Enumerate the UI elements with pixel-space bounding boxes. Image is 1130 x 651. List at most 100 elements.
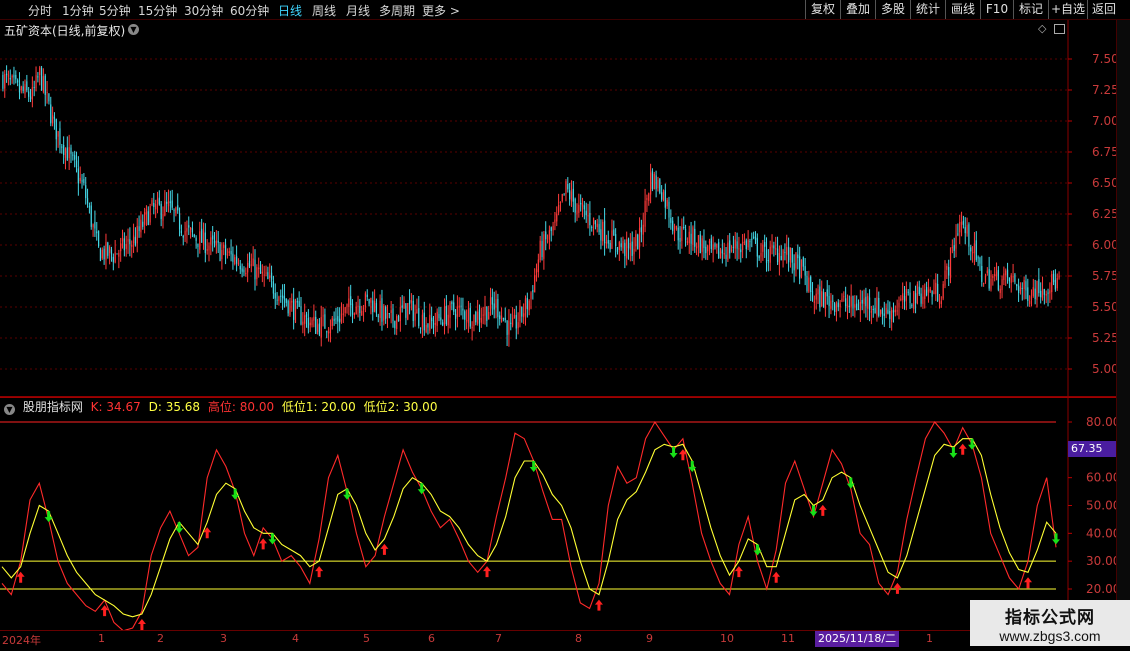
candle-body [559,202,562,204]
multi-stock-button[interactable]: 多股 [875,0,910,19]
candle-body [675,225,677,230]
tab-multi-period[interactable]: 多周期 [379,2,415,19]
candle-body [990,278,992,290]
candle-body [234,257,236,264]
candle-body [788,246,790,263]
candle-body [175,207,177,214]
tab-60min[interactable]: 60分钟 [230,2,269,19]
candle-body [756,238,758,257]
overlay-button[interactable]: 叠加 [840,0,875,19]
diamond-icon[interactable]: ◇ [1038,22,1046,35]
mark-button[interactable]: 标记 [1013,0,1048,19]
candle-body [668,201,670,218]
indicator-chart[interactable]: 80.0070.0060.0050.0040.0030.0020.00 [0,397,1116,630]
candle-body [11,75,13,78]
candle-body [410,299,412,303]
candle-body [635,234,637,247]
candle-body [740,249,742,253]
candle-body [953,245,955,251]
candle-body [734,239,736,249]
candle-body [394,320,396,329]
tab-fenshi[interactable]: 分时 [28,2,52,19]
candle-body [592,217,595,225]
indicator-tick-label: 80.00 [1086,415,1116,429]
candle-body [605,241,608,244]
candle-body [40,67,43,90]
tab-weekly[interactable]: 周线 [312,2,336,19]
candle-body [655,175,657,189]
candle-body [217,240,219,243]
candle-body [353,313,355,315]
stats-button[interactable]: 统计 [910,0,945,19]
candle-body [42,76,44,92]
candle-body [839,303,841,307]
price-chart[interactable]: 7.50 7.25 7.00 6.75 6.50 6.25 6.00 5.75 5.50 5.25… [0,20,1116,397]
tab-more[interactable]: 更多 > [422,2,460,19]
candle-body [504,317,506,321]
candle-body [469,307,471,327]
candle-body [534,275,536,293]
candle-body [425,325,427,333]
candle-body [379,300,381,319]
tab-5min[interactable]: 5分钟 [99,2,131,19]
candle-body [791,247,793,263]
watermark: 指标公式网 www.zbgs3.com [970,600,1130,646]
chevron-down-icon[interactable]: ▼ [128,24,139,35]
candle-body [638,228,641,248]
candle-body [182,235,184,238]
tab-1min[interactable]: 1分钟 [62,2,94,19]
indicator-bg [0,397,1116,630]
candle-body [39,67,41,76]
candle-body [59,128,61,145]
candle-body [984,275,987,282]
candle-body [776,248,779,262]
f10-button[interactable]: F10 [980,0,1013,19]
candle-body [657,180,659,189]
candle-body [964,227,966,234]
candle-body [1030,296,1033,300]
candle-body [236,256,238,264]
candle-body [296,301,298,303]
candle-body [677,227,679,241]
tab-monthly[interactable]: 月线 [346,2,370,19]
indicator-dropdown-icon[interactable]: ▼ [4,404,15,415]
candle-body [891,309,893,322]
candle-body [911,305,913,307]
candle-body [134,237,136,246]
candle-body [889,310,891,320]
candle-body [576,210,578,215]
candle-body [762,244,764,252]
candle-body [138,226,140,231]
back-button[interactable]: 返回 [1087,0,1120,19]
candle-body [683,227,685,229]
candle-body [416,309,418,314]
candle-body [705,246,707,254]
candle-body [661,192,663,200]
candle-body [1005,270,1007,276]
candle-body [778,253,780,265]
candle-body [276,299,278,301]
candle-body [983,283,985,285]
candle-body [226,254,228,256]
quote-panel-edge[interactable] [1116,20,1130,630]
tab-30min[interactable]: 30分钟 [184,2,223,19]
candle-body [346,303,348,307]
candle-body [754,236,757,241]
candle-body [578,204,580,213]
draw-line-button[interactable]: 画线 [945,0,980,19]
candle-body [900,298,902,301]
candle-body [745,240,747,250]
tab-15min[interactable]: 15分钟 [138,2,177,19]
candle-body [361,310,363,316]
add-watchlist-button[interactable]: +自选 [1048,0,1087,19]
candle-body [239,265,241,270]
tab-daily[interactable]: 日线 [278,2,302,19]
fuquan-button[interactable]: 复权 [805,0,840,19]
candle-body [340,313,343,322]
candle-body [587,214,589,217]
candle-body [386,313,389,318]
price-tick-label: 5.50 [1092,300,1116,314]
indicator-header: ▼ 股朋指标网 K: 34.67 D: 35.68 高位: 80.00 低位1:… [4,398,441,415]
candle-body [155,203,157,210]
window-icon[interactable] [1054,24,1065,34]
